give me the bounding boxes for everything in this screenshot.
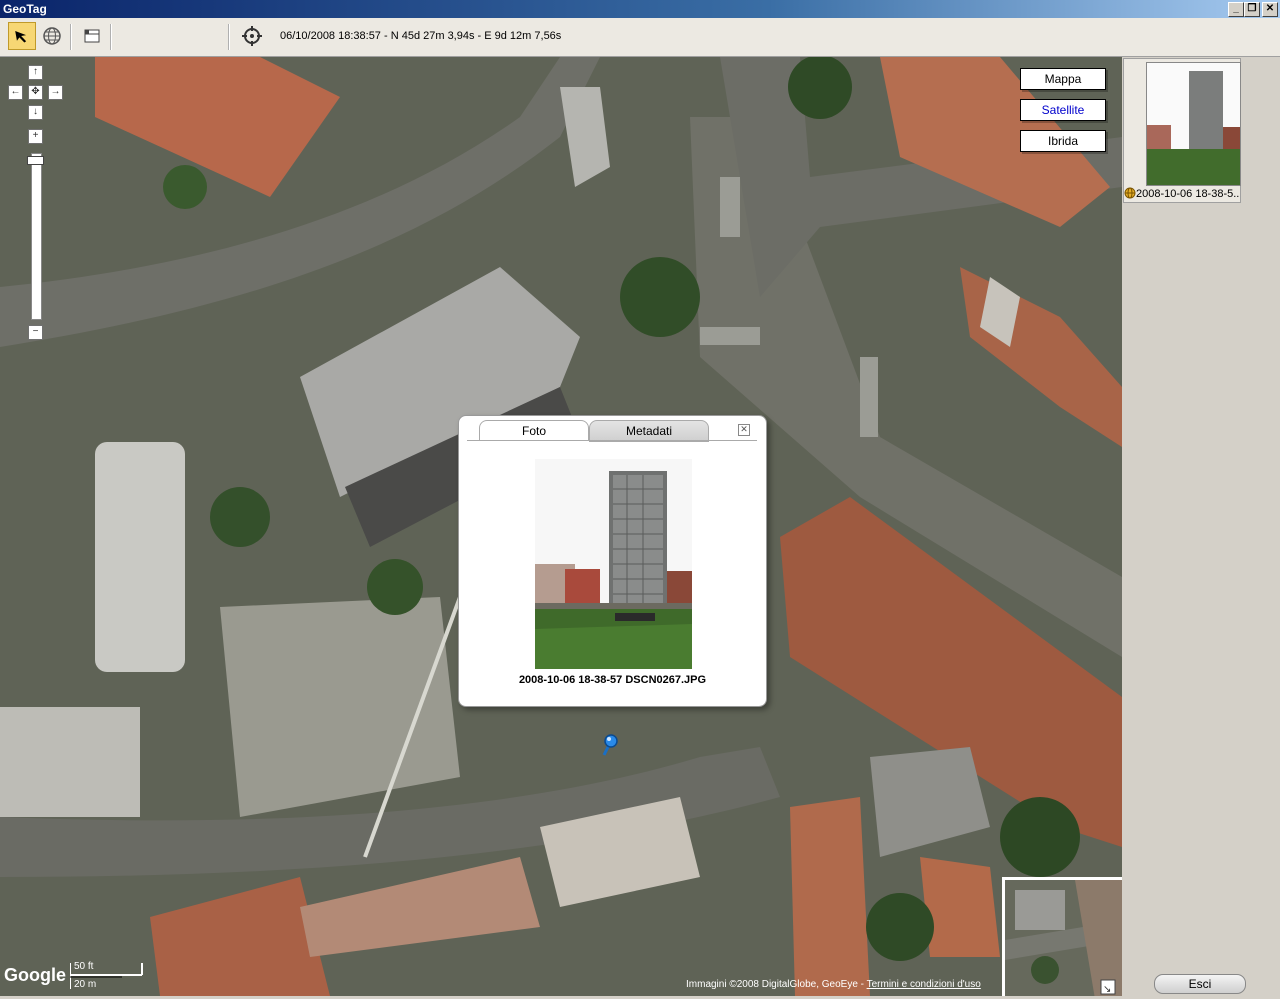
photo-image bbox=[535, 459, 692, 669]
zoom-in-button[interactable]: + bbox=[28, 129, 43, 144]
svg-text:↘: ↘ bbox=[1103, 984, 1111, 995]
panel-tool-button[interactable] bbox=[78, 22, 106, 50]
pan-right-button[interactable]: → bbox=[48, 85, 63, 100]
globe-icon bbox=[43, 27, 61, 45]
map-scale: 50 ft 20 m bbox=[69, 959, 170, 993]
toolbar: 06/10/2008 18:38:57 - N 45d 27m 3,94s - … bbox=[0, 18, 1280, 57]
thumbnail-label: 2008-10-06 18-38-5... bbox=[1136, 188, 1240, 200]
window-title: GeoTag bbox=[3, 2, 47, 16]
globe-icon bbox=[1124, 187, 1136, 199]
zoom-slider-thumb[interactable] bbox=[27, 156, 44, 165]
thumbnail-item[interactable]: 2008-10-06 18-38-5... bbox=[1123, 58, 1241, 203]
crosshair-target-icon bbox=[242, 26, 262, 46]
pan-left-button[interactable]: ← bbox=[8, 85, 23, 100]
arrow-pointer-icon bbox=[15, 30, 27, 43]
pan-up-button[interactable]: ↑ bbox=[28, 65, 43, 80]
tab-divider bbox=[467, 440, 757, 441]
overview-map[interactable]: ↘ bbox=[1002, 877, 1122, 996]
maximize-button[interactable]: ❐ bbox=[1244, 2, 1260, 17]
photo-info-popup: Metadati Foto ✕ 2008-10-06 18-38-57 DSCN… bbox=[458, 415, 767, 707]
photo-caption: 2008-10-06 18-38-57 DSCN0267.JPG bbox=[518, 674, 707, 686]
thumbnail-photo bbox=[1147, 63, 1240, 185]
coordinates-readout: 06/10/2008 18:38:57 - N 45d 27m 3,94s - … bbox=[280, 30, 562, 42]
thumbnail-pane: 2008-10-06 18-38-5... Esci bbox=[1122, 57, 1280, 996]
map-type-ibrida-button[interactable]: Ibrida bbox=[1020, 130, 1106, 152]
scale-feet-label: 50 ft bbox=[74, 961, 94, 972]
close-button[interactable]: ✕ bbox=[1262, 2, 1278, 17]
pointer-tool-button[interactable] bbox=[8, 22, 36, 50]
globe-tool-button[interactable] bbox=[38, 22, 66, 50]
terms-link[interactable]: Termini e condizioni d'uso bbox=[867, 979, 981, 990]
map-type-mappa-button[interactable]: Mappa bbox=[1020, 68, 1106, 90]
title-bar: GeoTag _ ❐ ✕ bbox=[0, 0, 1280, 18]
scale-meters-label: 20 m bbox=[74, 979, 97, 990]
window-panel-icon bbox=[84, 29, 100, 43]
close-icon[interactable]: ✕ bbox=[738, 424, 750, 436]
map-type-satellite-button[interactable]: Satellite bbox=[1020, 99, 1106, 121]
google-logo: Google bbox=[4, 965, 66, 985]
zoom-slider-track[interactable] bbox=[31, 153, 42, 320]
tab-metadati[interactable]: Metadati bbox=[589, 420, 709, 442]
imagery-copyright: Immagini ©2008 DigitalGlobe, GeoEye - Te… bbox=[686, 979, 981, 990]
tab-foto[interactable]: Foto bbox=[479, 420, 589, 441]
pan-down-button[interactable]: ↓ bbox=[28, 105, 43, 120]
thumbnail-image bbox=[1146, 62, 1241, 186]
photo-preview[interactable] bbox=[535, 459, 692, 669]
imagery-credit: Immagini ©2008 DigitalGlobe, GeoEye - bbox=[686, 979, 867, 990]
toolbar-separator bbox=[110, 24, 112, 50]
zoom-out-button[interactable]: − bbox=[28, 325, 43, 340]
exit-button[interactable]: Esci bbox=[1154, 974, 1246, 994]
crosshair-tool-button[interactable] bbox=[238, 22, 266, 50]
overview-imagery: ↘ bbox=[1005, 880, 1122, 996]
minimize-button[interactable]: _ bbox=[1228, 2, 1244, 17]
toolbar-separator bbox=[70, 24, 72, 50]
toolbar-separator bbox=[228, 24, 230, 50]
center-map-button[interactable]: ✥ bbox=[28, 85, 43, 100]
